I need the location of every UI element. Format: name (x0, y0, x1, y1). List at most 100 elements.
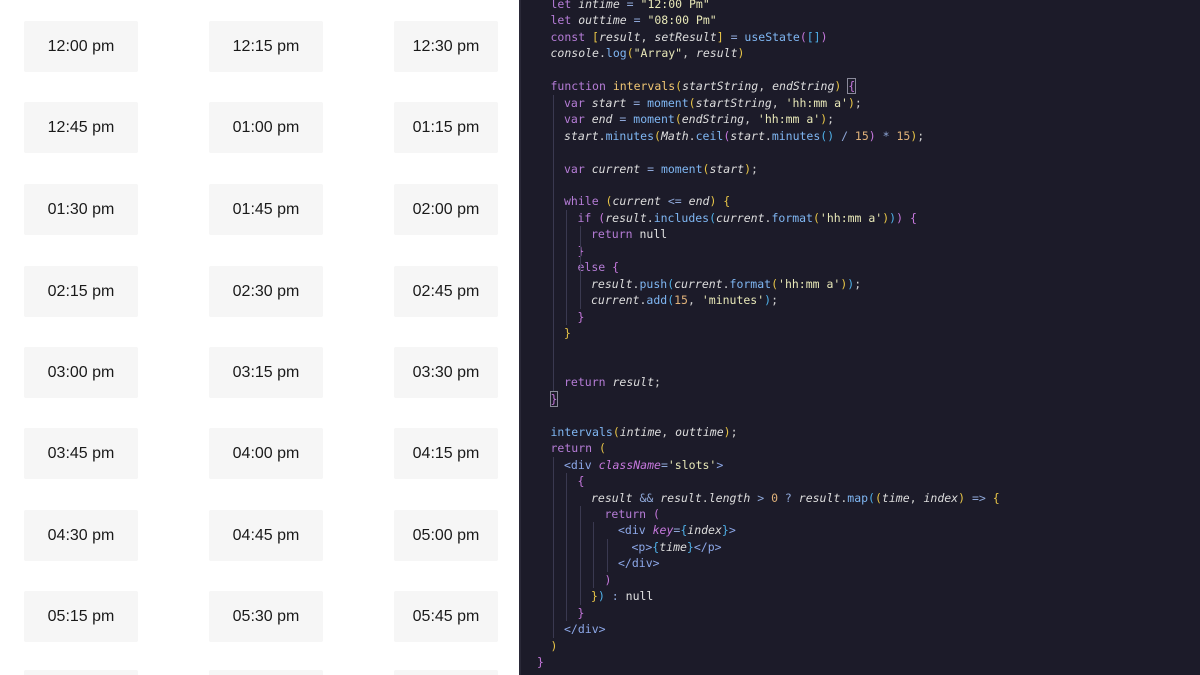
code-line[interactable]: let intime = "12:00 Pm" (551, 0, 710, 12)
time-slot[interactable]: 01:00 pm (209, 102, 323, 153)
time-slot[interactable]: 04:45 pm (209, 510, 323, 561)
code-token: result (591, 276, 633, 291)
code-token: "08:00 Pm" (647, 13, 717, 28)
time-slot-partial[interactable] (209, 670, 323, 675)
code-line[interactable]: } (549, 390, 559, 407)
code-token: intime (619, 424, 662, 439)
code-token: log (605, 46, 627, 61)
code-line[interactable]: intervals(intime, outtime); (551, 424, 738, 440)
code-line[interactable]: if (result.includes(current.format('hh:m… (578, 210, 917, 226)
code-line[interactable]: } (578, 605, 585, 621)
time-slot[interactable]: 01:45 pm (209, 184, 323, 235)
code-line[interactable]: function intervals(startString, endStrin… (551, 78, 857, 95)
time-slot[interactable]: 12:00 pm (24, 21, 138, 72)
time-slot[interactable]: 02:00 pm (394, 184, 498, 235)
code-line[interactable]: } (564, 325, 571, 341)
code-token: result (660, 490, 702, 505)
code-token: ] (716, 29, 724, 44)
code-token: var (564, 161, 592, 176)
code-token: ) (737, 46, 745, 61)
code-line[interactable]: result.push(current.format('hh:mm a')); (591, 276, 861, 292)
time-slot[interactable]: 02:45 pm (394, 266, 498, 317)
time-slot[interactable]: 05:45 pm (394, 591, 498, 642)
code-token: ( (771, 276, 779, 291)
code-token: ) (896, 210, 910, 225)
code-line[interactable]: ) (605, 572, 612, 588)
code-line[interactable]: return null (591, 226, 667, 242)
indent-guide (579, 505, 581, 605)
code-line[interactable]: } (537, 654, 544, 670)
code-line[interactable]: var current = moment(start); (564, 161, 758, 177)
code-line[interactable]: <div className='slots'> (564, 457, 723, 473)
time-slot[interactable]: 01:30 pm (24, 184, 138, 235)
code-token: result (798, 490, 841, 505)
code-token: [ (592, 29, 599, 44)
code-line[interactable]: return ( (551, 440, 606, 456)
code-line[interactable]: </div> (564, 621, 606, 637)
code-token: outtime (578, 13, 627, 28)
time-slot[interactable]: 04:15 pm (394, 428, 498, 479)
code-token: ) (709, 194, 724, 209)
time-slot[interactable]: 03:00 pm (24, 347, 138, 398)
time-slot[interactable]: 03:15 pm (209, 347, 323, 398)
code-line[interactable]: </div> (618, 555, 660, 571)
code-line[interactable]: start.minutes(Math.ceil(start.minutes() … (564, 128, 924, 144)
time-slot[interactable]: 03:45 pm (24, 428, 138, 479)
code-token: "12:00 Pm" (640, 0, 710, 11)
time-slot[interactable]: 01:15 pm (394, 102, 498, 153)
time-slot[interactable]: 12:45 pm (24, 102, 138, 153)
code-line[interactable]: const [result, setResult] = useState([]) (551, 29, 828, 45)
time-slot-partial[interactable] (394, 670, 498, 675)
code-line[interactable]: ) (551, 638, 558, 654)
code-token: moment (647, 95, 689, 110)
code-line[interactable]: <div key={index}> (618, 522, 736, 538)
code-token: ( (652, 506, 660, 521)
code-line[interactable]: current.add(15, 'minutes'); (591, 292, 778, 308)
code-line[interactable]: return ( (605, 506, 660, 522)
time-slot[interactable]: 02:15 pm (24, 266, 138, 317)
code-line[interactable]: var start = moment(startString, 'hh:mm a… (564, 95, 862, 111)
code-token: 15 (674, 293, 688, 308)
code-token: format (729, 276, 772, 291)
code-line[interactable]: }) : null (591, 588, 653, 604)
time-slot[interactable]: 12:15 pm (209, 21, 323, 72)
time-slot[interactable]: 03:30 pm (394, 347, 498, 398)
time-slot[interactable]: 02:30 pm (209, 266, 323, 317)
time-slot-partial[interactable] (24, 670, 138, 675)
code-token: includes (653, 210, 710, 225)
code-token: ; (917, 128, 925, 143)
code-line[interactable]: else { (578, 259, 620, 275)
time-slot[interactable]: 05:15 pm (24, 591, 138, 642)
code-token: setResult (654, 29, 717, 44)
time-slot[interactable]: 12:30 pm (394, 21, 498, 72)
code-line[interactable]: { (578, 473, 585, 489)
code-token: = (626, 95, 648, 110)
code-line[interactable]: console.log("Array", result) (551, 45, 745, 61)
code-token: 'hh:mm a' (785, 95, 848, 110)
code-line[interactable]: } (578, 309, 585, 325)
code-line[interactable]: result && result.length > 0 ? result.map… (591, 490, 1000, 506)
code-editor[interactable]: let intime = "12:00 Pm" let outtime = "08… (519, 0, 1200, 675)
code-line[interactable]: <p>{time}</p> (632, 539, 722, 555)
time-slot[interactable]: 04:30 pm (24, 510, 138, 561)
time-slot[interactable]: 05:00 pm (394, 510, 498, 561)
code-token: . (646, 210, 654, 225)
code-token: / (834, 128, 855, 143)
code-token: const (550, 29, 593, 44)
code-token: ( (612, 424, 620, 439)
code-token: current (612, 194, 661, 209)
time-slot[interactable]: 04:00 pm (209, 428, 323, 479)
time-slot[interactable]: 05:30 pm (209, 591, 323, 642)
code-token: = (723, 29, 745, 44)
code-token: ; (730, 424, 738, 439)
code-token: } (577, 605, 585, 620)
code-line[interactable]: return result; (564, 374, 661, 390)
code-token: , (744, 112, 758, 127)
code-line[interactable]: var end = moment(endString, 'hh:mm a'); (564, 111, 834, 127)
code-line[interactable]: while (current <= end) { (564, 193, 730, 209)
indent-guide (552, 456, 554, 638)
code-line[interactable]: let outtime = "08:00 Pm" (551, 12, 717, 28)
editor-left-border (519, 0, 521, 675)
code-token: > (728, 523, 736, 538)
indent-guide (566, 473, 567, 622)
